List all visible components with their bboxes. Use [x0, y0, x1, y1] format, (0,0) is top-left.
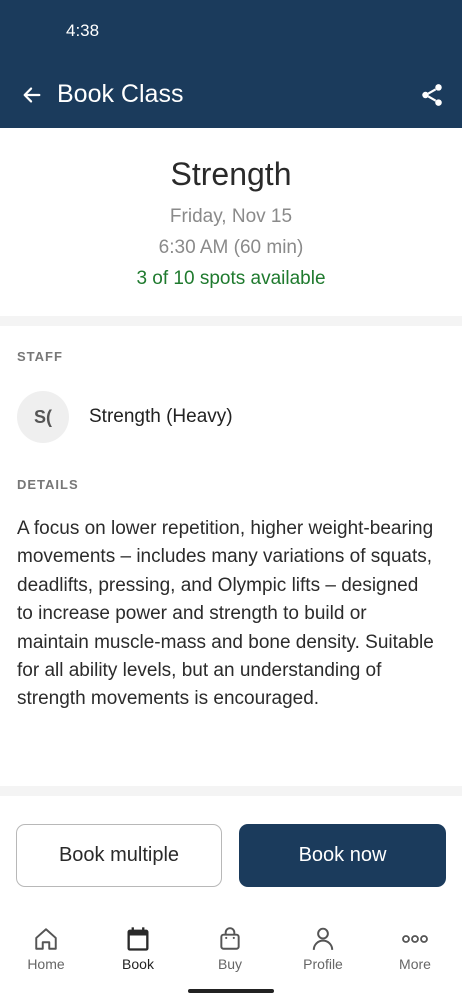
staff-avatar: S(: [17, 391, 69, 443]
nav-item-buy[interactable]: Buy: [184, 914, 276, 984]
section-divider: [0, 316, 462, 326]
back-button[interactable]: [14, 77, 50, 113]
more-dots-icon: [402, 935, 428, 943]
class-name: Strength: [170, 156, 292, 192]
nav-item-more[interactable]: More: [369, 914, 461, 984]
staff-name: Strength (Heavy): [89, 406, 233, 427]
class-date: Friday, Nov 15: [169, 206, 293, 227]
status-time: 4:38: [66, 21, 100, 40]
app-bar: Book Class: [0, 62, 462, 128]
class-header: Strength Friday, Nov 15 6:30 AM (60 min)…: [0, 128, 462, 316]
nav-item-home[interactable]: Home: [0, 914, 92, 984]
nav-label-more: More: [399, 956, 431, 972]
share-icon: [422, 84, 442, 106]
class-description: A focus on lower repetition, higher weig…: [17, 518, 434, 710]
book-now-button[interactable]: Book now: [239, 824, 446, 887]
book-multiple-button[interactable]: Book multiple: [16, 824, 222, 887]
nav-label-profile: Profile: [303, 956, 343, 972]
home-icon: [35, 928, 57, 950]
class-time: 6:30 AM (60 min): [158, 237, 304, 258]
nav-item-book[interactable]: Book: [92, 914, 184, 984]
home-indicator[interactable]: [188, 989, 274, 993]
arrow-left-icon: [23, 87, 41, 103]
nav-label-home: Home: [27, 956, 65, 972]
nav-label-book: Book: [122, 956, 154, 972]
nav-label-buy: Buy: [217, 956, 243, 972]
status-bar: 4:38: [0, 0, 462, 62]
calendar-icon: [127, 927, 149, 951]
bottom-nav: Home Book Buy Profile More: [0, 914, 462, 1000]
details-section-label: DETAILS: [17, 477, 79, 492]
section-divider: [0, 786, 462, 796]
person-icon: [312, 927, 334, 950]
spots-available: 3 of 10 spots available: [136, 268, 326, 289]
staff-section-label: STAFF: [17, 349, 63, 364]
share-button[interactable]: [414, 77, 450, 113]
nav-item-profile[interactable]: Profile: [277, 914, 369, 984]
page-title: Book Class: [57, 80, 184, 108]
shopping-bag-icon: [220, 927, 240, 950]
